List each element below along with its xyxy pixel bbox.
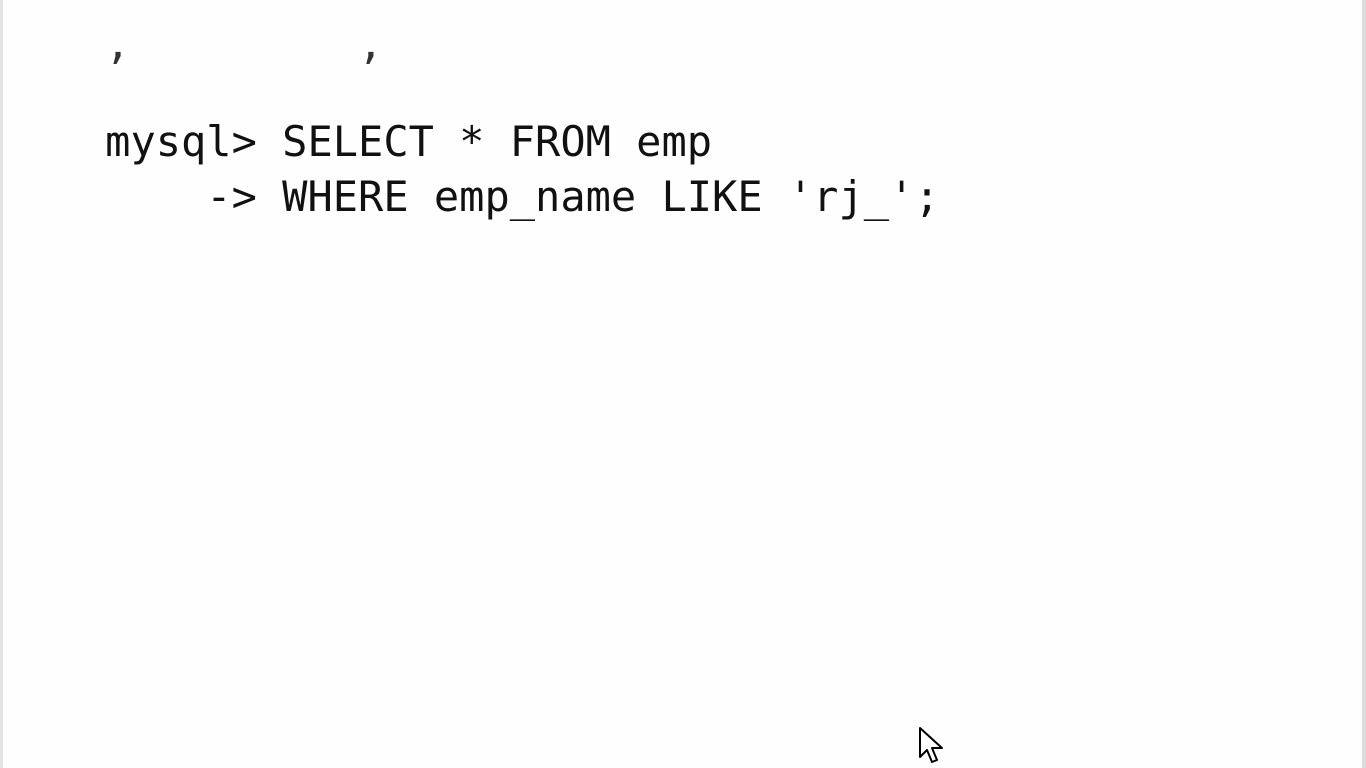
- window-left-border: [0, 0, 3, 768]
- terminal-window[interactable]: , , mysql> SELECT * FROM emp -> WHERE em…: [0, 0, 1366, 768]
- mouse-pointer-icon: [919, 727, 943, 763]
- window-scrollbar[interactable]: [1362, 0, 1366, 768]
- terminal-line-2: -> WHERE emp_name LIKE 'rj_';: [4, 113, 940, 281]
- sql-command-text: WHERE emp_name LIKE 'rj_';: [282, 172, 940, 221]
- continuation-prompt: ->: [105, 172, 283, 221]
